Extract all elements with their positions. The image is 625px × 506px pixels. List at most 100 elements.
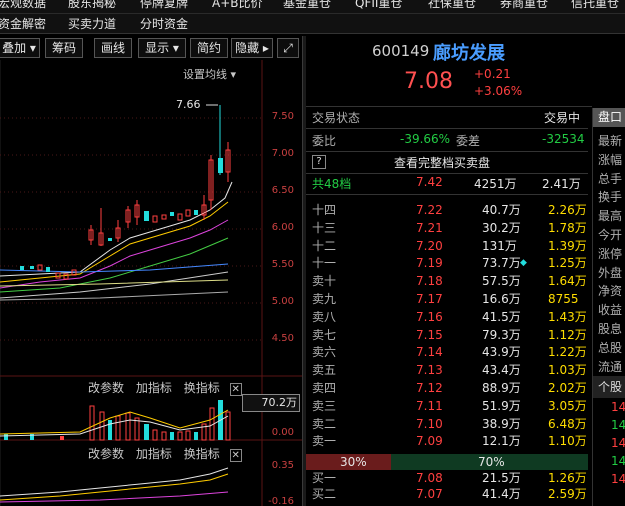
volume-switch-indicator[interactable]: 换指标 — [184, 381, 220, 395]
ask-volume: 12.1万 — [482, 434, 521, 449]
ask-volume: 43.9万 — [482, 345, 521, 360]
ask-volume: 131万 — [482, 238, 517, 253]
ask-amount: 6.48万 — [548, 416, 587, 431]
ask-row[interactable]: 卖二 7.10 38.9万 6.48万 — [306, 416, 588, 433]
overlay-label: 叠加 — [2, 41, 27, 55]
menu-item-force[interactable]: 买卖力道 — [68, 14, 116, 34]
ask-label: 卖六 — [312, 345, 337, 360]
ask-label: 卖三 — [312, 398, 337, 413]
ask-volume: 88.9万 — [482, 381, 521, 395]
side-price: 14 — [611, 400, 625, 414]
side-label: 外盘 — [598, 265, 623, 280]
volume-add-indicator[interactable]: 加指标 — [136, 381, 172, 395]
bid-price: 7.07 — [416, 487, 443, 501]
ask-row[interactable]: 卖一 7.09 12.1万 1.10万 — [306, 433, 588, 450]
ask-marker-icon: ◆ — [520, 258, 527, 269]
bid-row[interactable]: 买二 7.07 41.4万 2.59万 — [306, 486, 588, 502]
bid-price: 7.08 — [416, 471, 443, 485]
menu-item-broker[interactable]: 券商重仓 — [500, 0, 548, 10]
side-label: 股息 — [598, 322, 623, 336]
ask-row[interactable]: 十一 7.19 73.7万 ◆ 1.25万 — [306, 255, 588, 272]
ratio-sell-label: 30% — [340, 455, 367, 469]
indicator-add-indicator[interactable]: 加指标 — [136, 447, 172, 461]
ask-volume: 57.5万 — [482, 274, 521, 289]
divider — [306, 106, 592, 107]
ask-amount: 8755 — [548, 292, 579, 306]
ask-row[interactable]: 卖七 7.15 79.3万 1.12万 — [306, 327, 588, 344]
ask-price: 7.09 — [416, 434, 443, 449]
menu-item-trust[interactable]: 信托重仓 — [571, 0, 619, 10]
ask-volume: 38.9万 — [482, 416, 521, 431]
tab-stock-list[interactable]: 个股 — [593, 376, 625, 398]
weicha-value: -32534 — [542, 132, 585, 146]
menu-item-suspend[interactable]: 停牌复牌 — [140, 0, 188, 10]
help-icon[interactable]: ? — [312, 155, 326, 169]
ask-label: 卖四 — [312, 381, 337, 395]
volume-close-icon[interactable]: ✕ — [229, 383, 242, 396]
kline-chart-area: 设置均线 ▾ 7.66 7.50 7.00 6.50 6.00 5.50 5.0… — [0, 60, 302, 506]
ask-row[interactable]: 卖六 7.14 43.9万 1.22万 — [306, 344, 588, 361]
menu-item-ab-ratio[interactable]: A+B比价 — [212, 0, 263, 10]
full-book-link[interactable]: 查看完整档买卖盘 — [394, 154, 490, 171]
side-price: 14 — [611, 454, 625, 468]
weicha-label: 委差 — [456, 134, 481, 148]
menu-item-fund-decrypt[interactable]: 资金解密 — [0, 14, 46, 34]
indicator-change-param[interactable]: 改参数 — [88, 447, 124, 461]
ask-label: 卖十 — [312, 274, 337, 289]
ask-row[interactable]: 十二 7.20 131万 1.39万 — [306, 238, 588, 255]
ask-amount: 2.26万 — [548, 203, 587, 217]
volume-change-param[interactable]: 改参数 — [88, 381, 124, 395]
ask-volume: 41.5万 — [482, 309, 521, 324]
ask-row[interactable]: 卖九 7.17 16.6万 8755 — [306, 291, 588, 308]
ask-levels: 十四 7.22 40.7万 2.26万 十三 7.21 30.2万 1.78万 十二 7.20 13… — [306, 202, 588, 452]
indicator-switch-indicator[interactable]: 换指标 — [184, 447, 220, 461]
display-button[interactable]: 显示 ▾ — [138, 38, 186, 58]
chips-button[interactable]: 筹码 — [45, 38, 83, 58]
ask-label: 卖五 — [312, 363, 337, 378]
drawline-button[interactable]: 画线 — [94, 38, 132, 58]
ask-price: 7.22 — [416, 203, 443, 217]
ask-amount: 2.02万 — [548, 381, 587, 395]
expand-icon[interactable]: ⤢ — [277, 38, 299, 58]
side-label: 总手 — [598, 171, 623, 186]
ask-row[interactable]: 卖十 7.18 57.5万 1.64万 — [306, 273, 588, 290]
ask-row[interactable]: 十四 7.22 40.7万 2.26万 — [306, 202, 588, 219]
ask-volume: 73.7万 — [482, 256, 521, 271]
side-price: 14 — [611, 436, 625, 450]
bid-label: 买一 — [312, 471, 337, 485]
volume-axis-zero: 0.00 — [271, 427, 294, 438]
bid-amount: 2.59万 — [548, 487, 587, 501]
ask-row[interactable]: 卖五 7.13 43.4万 1.03万 — [306, 362, 588, 379]
menu-item-macro[interactable]: 宏观数据 — [0, 0, 46, 10]
ask-row[interactable]: 十三 7.21 30.2万 1.78万 — [306, 220, 588, 237]
indicator-close-icon[interactable]: ✕ — [229, 449, 242, 462]
overlay-button[interactable]: 叠加 ▾ — [0, 38, 40, 58]
ask-row[interactable]: 卖八 7.16 41.5万 1.43万 — [306, 309, 588, 326]
yaxis-tick: 5.50 — [271, 259, 294, 270]
bid-row[interactable]: 买一 7.08 21.5万 1.26万 — [306, 470, 588, 486]
side-price: 14 — [611, 472, 625, 486]
price-change: +0.21 — [474, 67, 511, 81]
bid-amount: 1.26万 — [548, 471, 587, 485]
menu-item-social[interactable]: 社保重仓 — [428, 0, 476, 10]
tab-pankou[interactable]: 盘口 — [593, 108, 625, 127]
menu-item-qfii[interactable]: QFII重仓 — [355, 0, 402, 10]
menu-item-intraday-fund[interactable]: 分时资金 — [140, 14, 188, 34]
menu-bar-top: 宏观数据 股东揭秘 停牌复牌 A+B比价 基金重仓 QFII重仓 社保重仓 券商… — [0, 0, 625, 14]
ask-price: 7.15 — [416, 327, 443, 342]
simple-button[interactable]: 简约 — [190, 38, 228, 58]
ask-amount: 1.25万 — [548, 256, 587, 271]
kline-svg — [0, 60, 302, 506]
ask-row[interactable]: 卖四 7.12 88.9万 2.02万 — [306, 380, 588, 397]
indicator-axis-bottom: -0.16 — [268, 496, 294, 506]
menu-item-fund[interactable]: 基金重仓 — [283, 0, 331, 10]
yaxis-tick: 6.50 — [271, 185, 294, 196]
hide-button[interactable]: 隐藏 ▸ — [231, 38, 273, 58]
menu-item-shareholder[interactable]: 股东揭秘 — [68, 0, 116, 10]
side-label: 总股 — [598, 340, 623, 355]
ask-volume: 40.7万 — [482, 203, 521, 217]
volume-value-box: 70.2万 — [242, 394, 300, 412]
stock-code: 600149 — [372, 42, 430, 60]
side-label: 收益 — [598, 303, 623, 318]
ask-row[interactable]: 卖三 7.11 51.9万 3.05万 — [306, 398, 588, 415]
